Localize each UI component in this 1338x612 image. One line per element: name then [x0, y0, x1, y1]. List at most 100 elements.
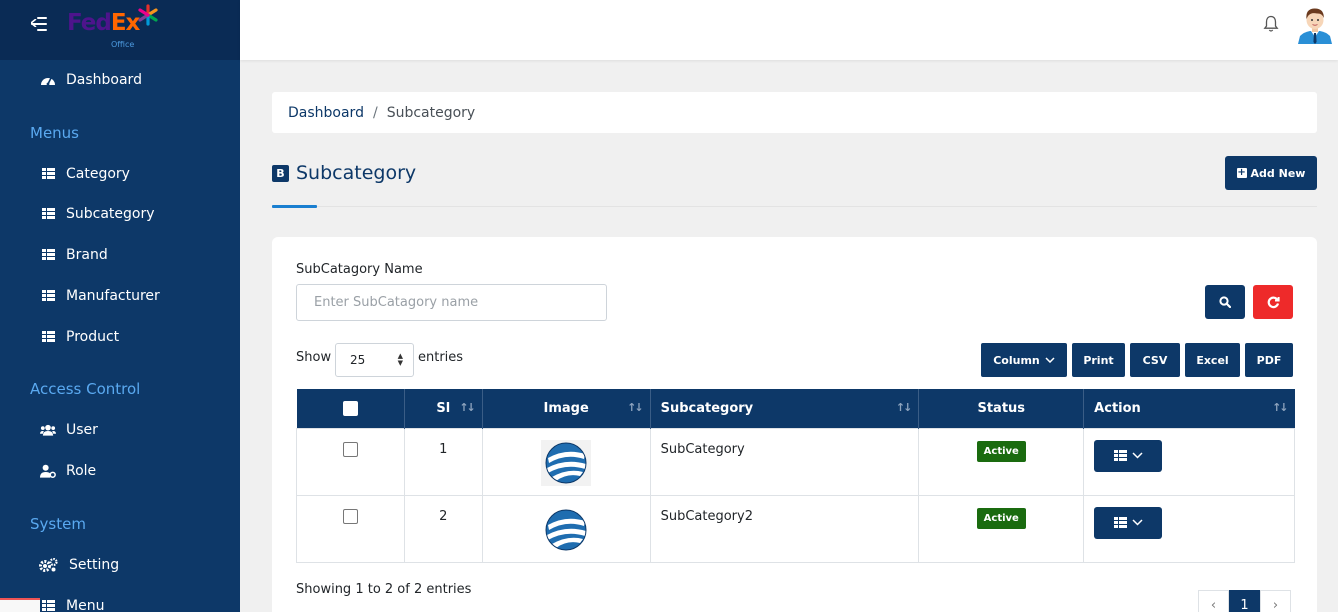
sl-column-header[interactable]: Sl ↑↓ [404, 389, 483, 428]
action-cell [1083, 427, 1295, 496]
add-new-label: Add New [1250, 166, 1306, 180]
sl-value: 2 [439, 508, 448, 524]
search-icon [1219, 296, 1231, 308]
menu-toggle-icon[interactable] [31, 17, 49, 33]
page-title-text: Subcategory [296, 162, 417, 184]
subcategory-name-label: SubCatagory Name [296, 262, 423, 277]
pdf-button-label: PDF [1256, 353, 1282, 367]
print-button[interactable]: Print [1072, 343, 1125, 377]
table-icon [40, 167, 56, 181]
select-all-header[interactable] [296, 389, 405, 428]
csv-button-label: CSV [1142, 353, 1168, 367]
search-button[interactable] [1205, 285, 1245, 319]
status-cell: Active [918, 494, 1085, 563]
sidebar-item-role[interactable]: Role [0, 453, 240, 489]
sort-icon: ↑↓ [1272, 401, 1289, 414]
image-cell [481, 427, 651, 496]
table-icon [40, 599, 56, 612]
subcategory-name-input[interactable] [296, 284, 607, 321]
sidebar-item-product[interactable]: Product [0, 319, 240, 355]
row-action-dropdown-button[interactable] [1094, 506, 1163, 539]
sidebar-item-category[interactable]: Category [0, 156, 240, 192]
row-checkbox[interactable] [342, 508, 358, 524]
page-size-select[interactable]: 25 ▲ ▼ [335, 343, 414, 377]
action-cell [1083, 494, 1295, 563]
next-page-button[interactable]: › [1260, 590, 1291, 612]
table-icon [40, 248, 56, 262]
b-letter-icon: B [272, 164, 289, 182]
user-gear-icon [40, 464, 56, 478]
select-all-checkbox[interactable] [342, 400, 358, 416]
image-column-header[interactable]: Image ↑↓ [482, 389, 651, 428]
section-menus: Menus [30, 124, 79, 142]
sidebar-item-label: Setting [69, 557, 120, 573]
sidebar-header: FedEx Office [0, 0, 240, 60]
sidebar-item-label: Role [66, 463, 97, 479]
excel-button[interactable]: Excel [1185, 343, 1240, 377]
action-column-header[interactable]: Action ↑↓ [1083, 389, 1295, 428]
sidebar-item-label: Brand [66, 247, 108, 263]
status-header-label: Status [977, 400, 1026, 416]
table-icon [40, 207, 56, 221]
table-icon [1113, 516, 1127, 529]
sidebar-item-label: Product [66, 329, 120, 345]
reset-button[interactable] [1253, 285, 1293, 319]
sidebar-item-label: Dashboard [66, 72, 142, 88]
refresh-icon [1267, 296, 1280, 308]
status-badge: Active [976, 440, 1026, 462]
breadcrumb-separator: / [372, 104, 378, 121]
sidebar-item-subcategory[interactable]: Subcategory [0, 196, 240, 232]
sidebar-item-label: Menu [66, 598, 105, 612]
sort-icon: ↑↓ [895, 401, 913, 414]
sl-value: 1 [439, 441, 448, 457]
sidebar: FedEx Office Dashboard Menus Category Su… [0, 0, 240, 612]
page-1-button[interactable]: 1 [1229, 590, 1260, 612]
sidebar-item-manufacturer[interactable]: Manufacturer [0, 278, 240, 314]
chevron-down-icon [1132, 519, 1143, 526]
image-header-label: Image [543, 400, 589, 416]
corner-widget[interactable] [0, 598, 40, 612]
topbar [240, 0, 1338, 60]
subcategory-thumbnail[interactable] [541, 439, 592, 486]
sidebar-item-user[interactable]: User [0, 412, 240, 448]
table-icon [40, 289, 56, 303]
table-header-row: Sl ↑↓ Image ↑↓ Subcategory ↑↓ Status Action… [296, 389, 1295, 428]
status-column-header[interactable]: Status [918, 389, 1085, 428]
row-select-cell [296, 427, 405, 496]
logo-subtext: Office [111, 40, 135, 49]
subcategory-header-label: Subcategory [660, 400, 754, 416]
section-system: System [30, 515, 86, 533]
row-action-dropdown-button[interactable] [1094, 439, 1163, 472]
column-visibility-button[interactable]: Column [981, 343, 1067, 377]
pdf-button[interactable]: PDF [1245, 343, 1293, 377]
prev-page-button[interactable]: ‹ [1198, 590, 1229, 612]
notification-bell-icon[interactable] [1263, 15, 1279, 33]
sidebar-item-dashboard[interactable]: Dashboard [0, 62, 240, 98]
sort-icon: ↑↓ [459, 401, 476, 414]
plus-square-icon: + [1236, 167, 1247, 178]
sl-cell: 2 [403, 494, 483, 563]
table-row: 1 SubCategory Active [296, 427, 1295, 496]
page-title: B Subcategory [272, 162, 416, 184]
breadcrumb-dashboard-link[interactable]: Dashboard [288, 105, 364, 121]
pagination: ‹ 1 › [1198, 590, 1291, 612]
dashboard-gauge-icon [40, 73, 56, 87]
excel-button-label: Excel [1196, 353, 1229, 367]
show-label: Show [296, 350, 332, 365]
sidebar-item-label: Category [66, 166, 130, 182]
subcategory-column-header[interactable]: Subcategory ↑↓ [650, 389, 920, 428]
row-checkbox[interactable] [342, 441, 358, 457]
add-new-button[interactable]: + Add New [1225, 156, 1317, 190]
status-cell: Active [918, 427, 1085, 496]
chevron-down-icon [1132, 452, 1143, 459]
sidebar-item-brand[interactable]: Brand [0, 237, 240, 273]
image-cell [481, 494, 651, 563]
sidebar-item-setting[interactable]: Setting [0, 547, 240, 583]
sl-cell: 1 [403, 427, 483, 496]
sidebar-item-label: User [66, 422, 98, 438]
subcategory-thumbnail[interactable] [541, 506, 592, 553]
fedex-logo[interactable]: FedEx Office [67, 4, 163, 50]
action-header-label: Action [1094, 400, 1141, 416]
user-avatar[interactable] [1298, 6, 1332, 44]
csv-button[interactable]: CSV [1130, 343, 1180, 377]
